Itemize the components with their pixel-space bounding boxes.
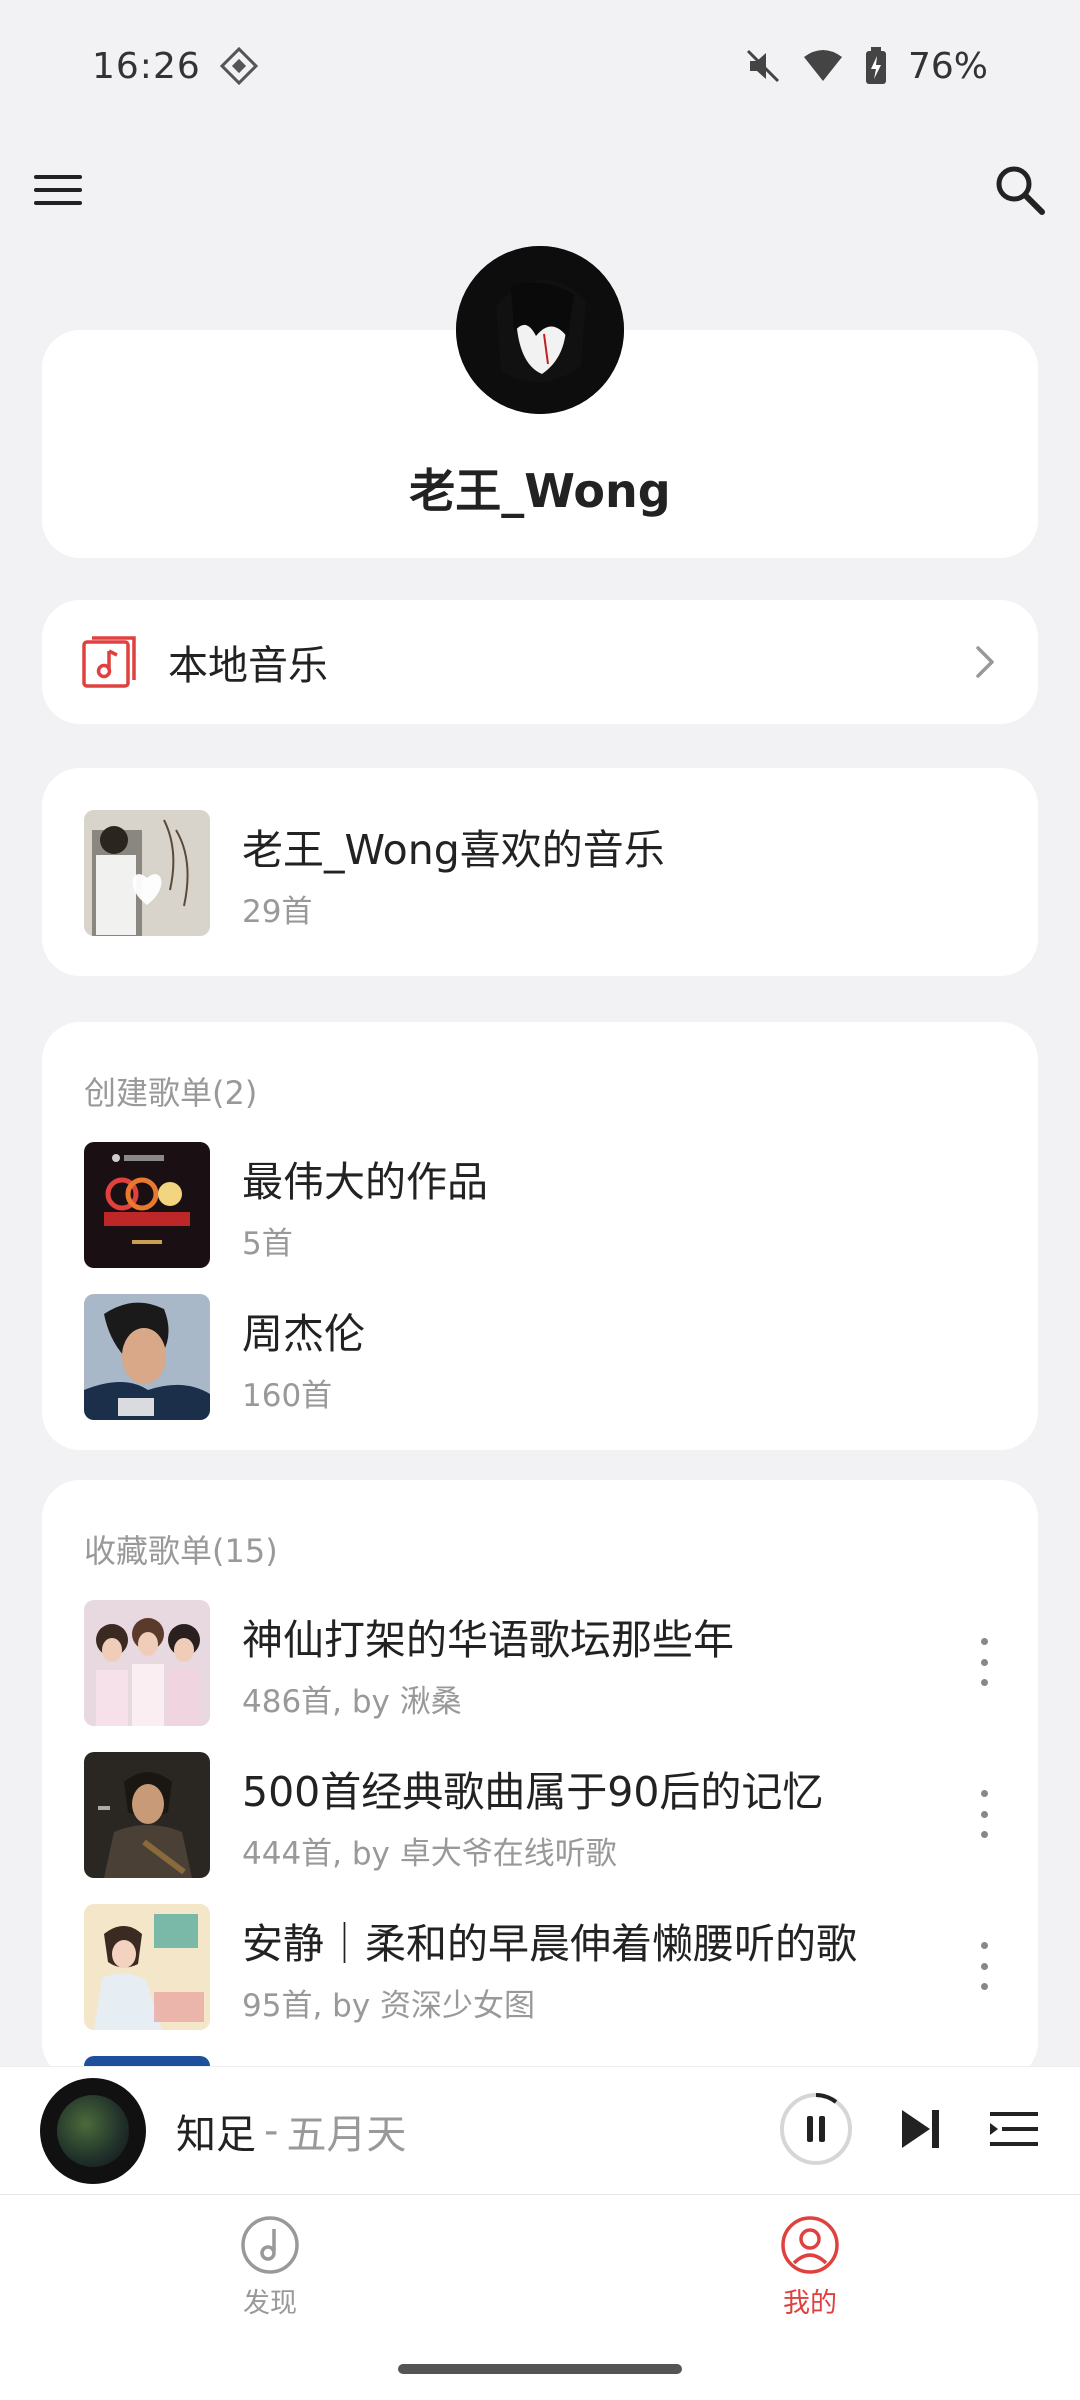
top-bar: [0, 150, 1080, 230]
battery-icon: [865, 47, 886, 84]
more-vert-icon: [980, 1638, 988, 1645]
playlist-row[interactable]: 周杰伦 160首: [84, 1294, 365, 1420]
playlist-row[interactable]: 神仙打架的华语歌坛那些年 486首, by 湫桑: [84, 1600, 734, 1726]
now-playing-separator: -: [264, 2107, 279, 2154]
now-playing-artist: 五月天: [286, 2111, 407, 2158]
more-options-button[interactable]: [972, 1632, 996, 1692]
playlist-row[interactable]: 安静｜柔和的早晨伸着懒腰听的歌 95首, by 资深少女图: [84, 1904, 857, 2030]
created-playlists-card: 创建歌单(2) 最伟大的作品 5首 周杰伦 160首: [42, 1022, 1038, 1450]
mini-player[interactable]: 知足 - 五月天: [0, 2066, 1080, 2194]
playlist-count: 5首: [242, 1225, 293, 1262]
username: 老王_Wong: [409, 464, 671, 518]
playlist-title: 神仙打架的华语歌坛那些年: [242, 1615, 734, 1664]
mute-icon: [746, 49, 780, 83]
chevron-right-icon: [976, 646, 994, 678]
playlist-title: 最伟大的作品: [242, 1157, 488, 1206]
playlist-row[interactable]: 最伟大的作品 5首: [84, 1142, 488, 1268]
liked-music-title: 老王_Wong喜欢的音乐: [242, 825, 665, 874]
liked-music-row[interactable]: 老王_Wong喜欢的音乐 29首: [84, 810, 665, 936]
tab-discover[interactable]: 发现: [200, 2215, 340, 2320]
liked-music-cover: [84, 810, 210, 936]
playlist-title: 安静｜柔和的早晨伸着懒腰听的歌: [242, 1919, 857, 1968]
collected-playlists-card: 收藏歌单(15) 神仙打架的华语歌坛那些年 486首, by 湫桑 500首经典…: [42, 1480, 1038, 2080]
user-icon: [781, 2216, 839, 2274]
play-pause-button[interactable]: [778, 2091, 854, 2171]
tab-discover-label: 发现: [243, 2288, 297, 2319]
playlist-cover: [84, 1142, 210, 1268]
search-icon: [996, 166, 1045, 215]
hamburger-icon: [34, 175, 82, 205]
album-art: [57, 2094, 129, 2167]
playlist-cover: [84, 1752, 210, 1878]
collected-playlists-header: 收藏歌单(15): [84, 1532, 278, 1570]
next-button[interactable]: [898, 2106, 944, 2156]
more-options-button[interactable]: [972, 1936, 996, 1996]
playlist-cover: [84, 1904, 210, 2030]
local-music-icon: [82, 636, 136, 688]
tab-mine[interactable]: 我的: [740, 2215, 880, 2320]
tab-mine-label: 我的: [783, 2288, 837, 2319]
pause-icon: [780, 2092, 852, 2165]
battery-percent: 76%: [907, 45, 988, 87]
status-bar: 16:26 76%: [0, 0, 1080, 132]
playlist-count: 160首: [242, 1377, 333, 1414]
playlist-subtitle: 95首, by 资深少女图: [242, 1987, 536, 2024]
now-playing-title: 知足: [176, 2111, 256, 2158]
wifi-icon: [803, 50, 842, 81]
music-note-icon: [241, 2216, 299, 2274]
playlist-queue-button[interactable]: [988, 2106, 1040, 2156]
playlist-cover: [84, 1600, 210, 1726]
liked-music-count: 29首: [242, 893, 313, 930]
more-options-button[interactable]: [972, 1784, 996, 1844]
skip-next-icon: [902, 2109, 939, 2148]
more-vert-icon: [980, 1942, 988, 1949]
local-music-row[interactable]: 本地音乐: [42, 600, 1038, 724]
menu-button[interactable]: [32, 164, 84, 216]
more-vert-icon: [980, 1790, 988, 1797]
now-playing-disc[interactable]: [40, 2077, 146, 2184]
home-indicator[interactable]: [398, 2364, 682, 2374]
playlist-title: 周杰伦: [242, 1309, 365, 1358]
avatar[interactable]: [456, 246, 624, 414]
local-music-label: 本地音乐: [168, 643, 328, 689]
playlist-subtitle: 486首, by 湫桑: [242, 1683, 462, 1720]
playlist-subtitle: 444首, by 卓大爷在线听歌: [242, 1835, 617, 1872]
search-button[interactable]: [992, 162, 1048, 218]
avatar-image-icon: [456, 246, 624, 414]
playlist-cover: [84, 1294, 210, 1420]
playlist-title: 500首经典歌曲属于90后的记忆: [242, 1767, 824, 1816]
queue-icon: [990, 2111, 1038, 2146]
playlist-row[interactable]: 500首经典歌曲属于90后的记忆 444首, by 卓大爷在线听歌: [84, 1752, 823, 1878]
liked-music-card: 老王_Wong喜欢的音乐 29首: [42, 768, 1038, 976]
app-notification-icon: [219, 46, 258, 86]
created-playlists-header: 创建歌单(2): [84, 1074, 258, 1112]
status-time: 16:26: [92, 45, 201, 87]
